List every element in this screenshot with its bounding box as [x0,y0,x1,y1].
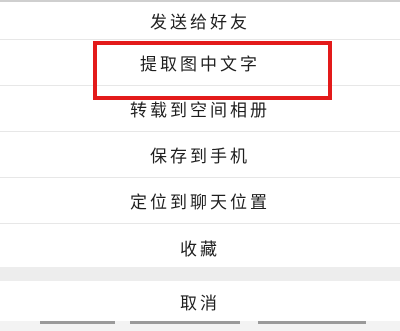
menu-item-send-to-friend[interactable]: 发送给好友 [0,2,400,40]
menu-item-label: 定位到聊天位置 [130,193,270,213]
bottom-tab-indicator [130,321,240,324]
menu-item-label: 转载到空间相册 [130,101,270,121]
action-sheet: 发送给好友 提取图中文字 转载到空间相册 保存到手机 定位到聊天位置 收藏 [0,2,400,270]
menu-item-label: 发送给好友 [150,13,250,33]
menu-item-share-to-album[interactable]: 转载到空间相册 [0,86,400,132]
cancel-label: 取消 [180,293,220,314]
menu-item-label: 保存到手机 [150,147,250,167]
cancel-button[interactable]: 取消 [0,281,400,321]
bottom-tab-indicator [258,321,366,324]
menu-item-label: 收藏 [180,239,220,260]
menu-item-label: 提取图中文字 [140,55,260,75]
menu-item-favorite[interactable]: 收藏 [0,224,400,270]
section-gap [0,267,400,281]
menu-item-locate-in-chat[interactable]: 定位到聊天位置 [0,178,400,224]
menu-item-extract-text[interactable]: 提取图中文字 [0,40,400,86]
menu-item-save-to-phone[interactable]: 保存到手机 [0,132,400,178]
bottom-tab-indicator [40,321,115,324]
